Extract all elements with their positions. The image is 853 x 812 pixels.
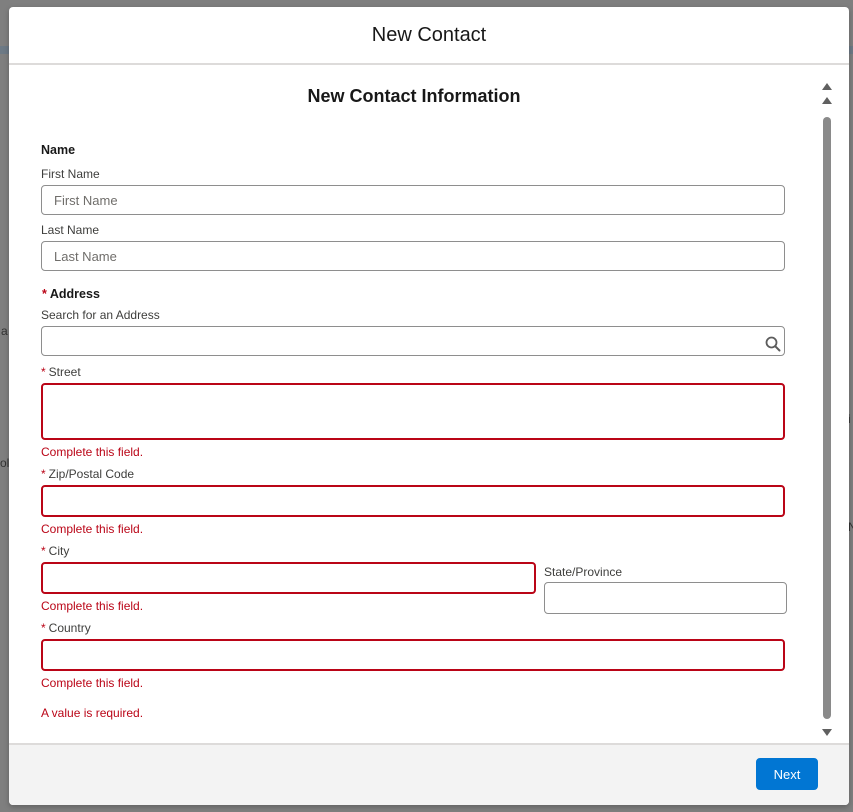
modal-title: New Contact: [371, 23, 487, 46]
address-label-text: Address: [49, 287, 100, 301]
background-header-strip-right: [849, 46, 853, 54]
search-icon[interactable]: [765, 336, 781, 352]
state-label: State/Province: [544, 565, 623, 579]
modal-header: New Contact: [9, 7, 849, 65]
country-label-text: Country: [48, 621, 91, 635]
address-group-label: * Address: [42, 287, 100, 301]
background-header-strip-left: [0, 46, 9, 54]
first-name-input[interactable]: [41, 185, 785, 215]
last-name-label: Last Name: [41, 223, 100, 237]
required-marker: *: [42, 287, 47, 301]
form-error-message: A value is required.: [41, 706, 144, 720]
zip-error: Complete this field.: [41, 522, 144, 536]
city-label: * City: [41, 544, 69, 558]
required-marker: *: [41, 621, 46, 635]
required-marker: *: [41, 365, 46, 379]
zip-label: * Zip/Postal Code: [41, 467, 134, 481]
country-error: Complete this field.: [41, 676, 144, 690]
city-label-text: City: [48, 544, 70, 558]
scrollbar-thumb[interactable]: [823, 117, 831, 719]
modal-body: New Contact Information Name First Name …: [9, 65, 849, 743]
section-title: New Contact Information: [307, 86, 521, 106]
scroll-up-arrow-icon[interactable]: [822, 83, 832, 90]
required-marker: *: [41, 544, 46, 558]
last-name-input[interactable]: [41, 241, 785, 271]
next-button[interactable]: Next: [756, 758, 818, 790]
address-search-input[interactable]: [41, 326, 785, 356]
address-search-label: Search for an Address: [41, 308, 160, 322]
street-label: * Street: [41, 365, 81, 379]
scroll-down-arrow-icon[interactable]: [822, 729, 832, 736]
zip-input[interactable]: [41, 485, 785, 517]
scroll-up-arrow-icon[interactable]: [822, 97, 832, 104]
city-input[interactable]: [41, 562, 536, 594]
city-error: Complete this field.: [41, 599, 144, 613]
zip-label-text: Zip/Postal Code: [48, 467, 135, 481]
street-textarea[interactable]: [41, 383, 785, 440]
new-contact-modal: New Contact New Contact Information Name…: [9, 7, 849, 805]
street-error: Complete this field.: [41, 445, 144, 459]
country-label: * Country: [41, 621, 91, 635]
country-input[interactable]: [41, 639, 785, 671]
street-label-text: Street: [48, 365, 81, 379]
state-input[interactable]: [544, 582, 787, 614]
modal-footer: Next: [9, 743, 849, 805]
name-group-label: Name: [41, 143, 76, 157]
background-text-fragment: a: [1, 324, 8, 338]
first-name-label: First Name: [41, 167, 100, 181]
required-marker: *: [41, 467, 46, 481]
